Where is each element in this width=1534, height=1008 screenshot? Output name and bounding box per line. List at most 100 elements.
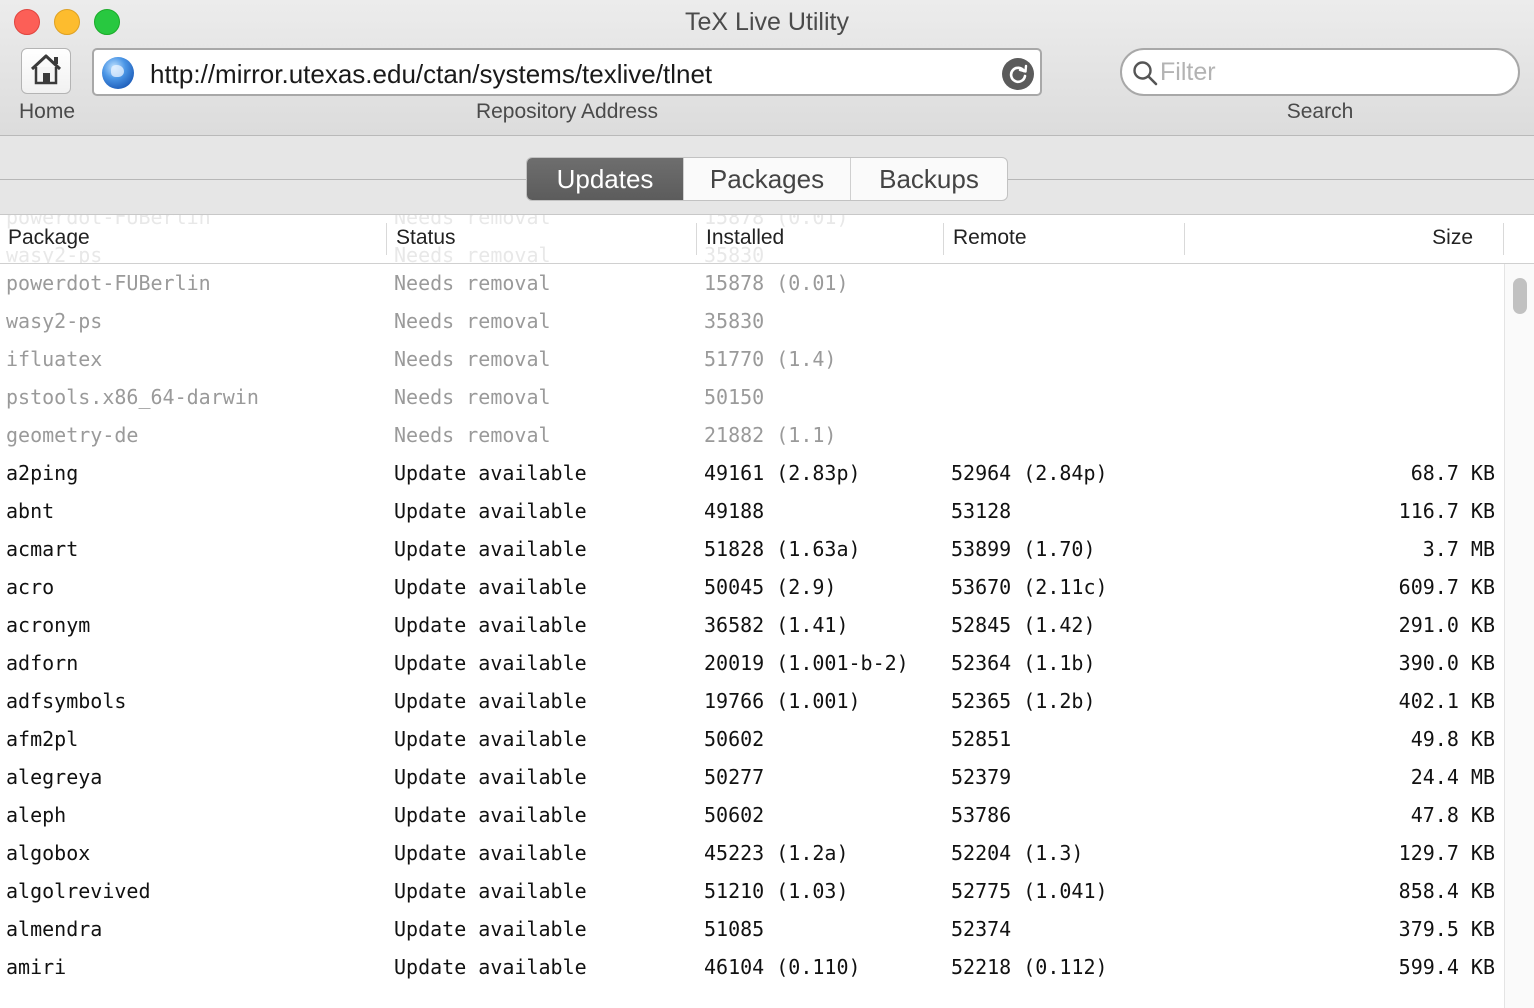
package-status: Update available (394, 803, 587, 827)
package-status: Update available (394, 689, 587, 713)
tab-backups[interactable]: Backups (850, 158, 1007, 200)
remote-version: 52775 (1.041) (951, 879, 1108, 903)
package-size: 49.8 KB (1410, 727, 1495, 751)
package-size: 402.1 KB (1398, 689, 1495, 713)
installed-version: 45223 (1.2a) (704, 841, 849, 865)
table-row[interactable]: algobox Update available 45223 (1.2a) 52204… (0, 834, 1504, 872)
tab-bar: Updates Packages Backups (0, 136, 1534, 215)
package-status: Needs removal (394, 271, 551, 295)
filter-input[interactable] (1160, 56, 1500, 88)
table-row[interactable]: adforn Update available 20019 (1.001-b-2) 5… (0, 644, 1504, 682)
repository-address-label: Repository Address (475, 100, 659, 123)
remote-version: 53670 (2.11c) (951, 575, 1108, 599)
installed-version: 19766 (1.001) (704, 689, 861, 713)
remote-version: 52964 (2.84p) (951, 461, 1108, 485)
table-row[interactable]: alegreya Update available 50277 52379 24.4 M… (0, 758, 1504, 796)
table-row[interactable]: abnt Update available 49188 53128 116.7 KB (0, 492, 1504, 530)
installed-version: 15878 (0.01) (704, 271, 849, 295)
column-header-installed[interactable]: Installed (706, 215, 784, 263)
column-divider[interactable] (386, 223, 387, 255)
column-divider[interactable] (1184, 223, 1185, 255)
table-row[interactable]: ifluatex Needs removal 51770 (1.4) (0, 340, 1504, 378)
remote-version: 52365 (1.2b) (951, 689, 1096, 713)
column-header-package[interactable]: Package (8, 215, 90, 263)
vertical-scrollbar[interactable] (1504, 264, 1534, 1008)
reload-icon[interactable] (1002, 58, 1034, 90)
table-row[interactable]: wasy2-ps Needs removal 35830 (0, 302, 1504, 340)
remote-version: 52204 (1.3) (951, 841, 1084, 865)
table-row[interactable]: acmart Update available 51828 (1.63a) 53899… (0, 530, 1504, 568)
installed-version: 51085 (704, 917, 765, 941)
package-status: Update available (394, 917, 587, 941)
table-row[interactable]: aleph Update available 50602 53786 47.8 KB (0, 796, 1504, 834)
package-name: aleph (6, 803, 67, 827)
installed-version: 36582 (1.41) (704, 613, 849, 637)
table-row[interactable]: amiri Update available 46104 (0.110) 52218 … (0, 948, 1504, 986)
column-header-remote[interactable]: Remote (953, 215, 1027, 263)
package-status: Update available (394, 841, 587, 865)
installed-version: 51828 (1.63a) (704, 537, 861, 561)
scrollbar-thumb[interactable] (1513, 278, 1527, 314)
package-status: Update available (394, 727, 587, 751)
home-label: Home (18, 100, 76, 123)
installed-version: 51210 (1.03) (704, 879, 849, 903)
window-title: TeX Live Utility (685, 8, 849, 36)
column-header-status[interactable]: Status (396, 215, 456, 263)
package-status: Update available (394, 879, 587, 903)
column-header-size[interactable]: Size (1432, 215, 1473, 263)
table-row[interactable]: afm2pl Update available 50602 52851 49.8 KB (0, 720, 1504, 758)
table-row[interactable]: geometry-de Needs removal 21882 (1.1) (0, 416, 1504, 454)
package-status: Needs removal (394, 347, 551, 371)
remote-version: 52851 (951, 727, 1012, 751)
package-name: acmart (6, 537, 79, 561)
package-name: almendra (6, 917, 103, 941)
table-row[interactable]: pstools.x86_64-darwin Needs removal 50150 (0, 378, 1504, 416)
table-row[interactable]: almendra Update available 51085 52374 379.5 … (0, 910, 1504, 948)
table-row[interactable]: acro Update available 50045 (2.9) 53670 (2.… (0, 568, 1504, 606)
package-name: algobox (6, 841, 91, 865)
remote-version: 52374 (951, 917, 1012, 941)
table-header: powerdot-FUBerlin Needs removal 15878 (0… (0, 215, 1534, 264)
repository-address-field[interactable]: http://mirror.utexas.edu/ctan/systems/te… (92, 48, 1042, 96)
package-name: algolrevived (6, 879, 151, 903)
column-divider[interactable] (696, 223, 697, 255)
column-divider (1503, 223, 1504, 255)
package-status: Update available (394, 765, 587, 789)
view-segmented-control: Updates Packages Backups (526, 157, 1008, 201)
repository-url[interactable]: http://mirror.utexas.edu/ctan/systems/te… (150, 59, 712, 90)
column-divider[interactable] (943, 223, 944, 255)
package-size: 68.7 KB (1410, 461, 1495, 485)
package-size: 858.4 KB (1398, 879, 1495, 903)
package-size: 47.8 KB (1410, 803, 1495, 827)
installed-version: 50602 (704, 803, 765, 827)
package-name: adfsymbols (6, 689, 127, 713)
remote-version: 53786 (951, 803, 1012, 827)
tab-packages[interactable]: Packages (683, 158, 850, 200)
table-row[interactable]: acronym Update available 36582 (1.41) 52845… (0, 606, 1504, 644)
package-status: Update available (394, 499, 587, 523)
remote-version: 52379 (951, 765, 1012, 789)
package-name: a2ping (6, 461, 79, 485)
package-status: Needs removal (394, 309, 551, 333)
tab-updates[interactable]: Updates (527, 158, 683, 200)
table-row[interactable]: adfsymbols Update available 19766 (1.001) 5… (0, 682, 1504, 720)
package-name: amiri (6, 955, 67, 979)
package-size: 291.0 KB (1398, 613, 1495, 637)
package-status: Update available (394, 651, 587, 675)
installed-version: 49161 (2.83p) (704, 461, 861, 485)
package-name: afm2pl (6, 727, 79, 751)
installed-version: 20019 (1.001-b-2) (704, 651, 909, 675)
package-name: pstools.x86_64-darwin (6, 385, 259, 409)
search-field[interactable] (1120, 48, 1520, 96)
home-button[interactable] (21, 48, 71, 94)
table-row[interactable]: a2ping Update available 49161 (2.83p) 52964… (0, 454, 1504, 492)
window-toolbar: TeX Live Utility Home http://mirror.utex… (0, 0, 1534, 136)
installed-version: 49188 (704, 499, 765, 523)
package-name: ifluatex (6, 347, 103, 371)
package-name: geometry-de (6, 423, 139, 447)
table-row[interactable]: algolrevived Update available 51210 (1.03)… (0, 872, 1504, 910)
table-row[interactable]: powerdot-FUBerlin Needs removal 15878 (0.0… (0, 264, 1504, 302)
package-size: 3.7 MB (1422, 537, 1495, 561)
package-name: acronym (6, 613, 91, 637)
remote-version: 52364 (1.1b) (951, 651, 1096, 675)
